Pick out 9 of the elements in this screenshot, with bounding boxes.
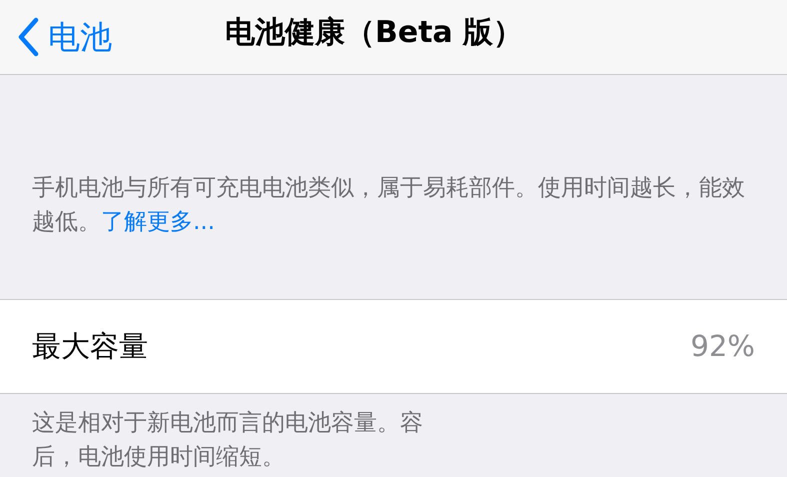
learn-more-link[interactable]: 了解更多...: [101, 209, 215, 235]
row-label: 最大容量: [32, 328, 148, 365]
footnote-text: 这是相对于新电池而言的电池容量。容: [32, 409, 423, 438]
back-button[interactable]: 电池: [0, 13, 112, 61]
footnote-text: 后，电池使用时间缩短。: [32, 443, 285, 472]
chevron-icon: [16, 17, 40, 57]
row-value: 92%: [690, 328, 755, 365]
description-text: 手机电池与所有可充电电池类似，属于易耗部件。使用时间越长，能效越低。了解更多...: [32, 174, 746, 237]
screen-title: 电池健康（Beta 版）: [225, 14, 524, 52]
